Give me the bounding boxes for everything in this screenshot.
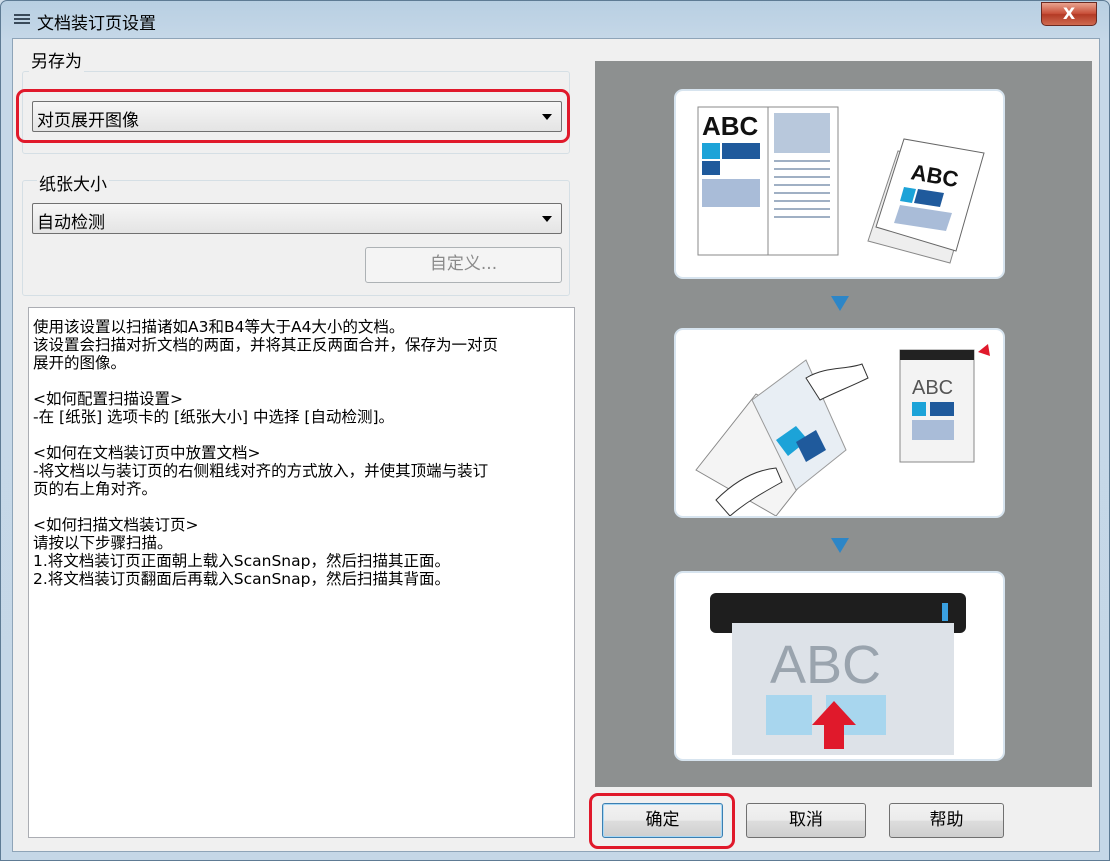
abc-text: ABC [770,635,881,695]
window-title: 文档装订页设置 [37,14,156,34]
description-line: -在 [纸张] 选项卡的 [纸张大小] 中选择 [自动检测]。 [33,408,395,426]
save-as-label: 另存为 [29,47,84,72]
custom-size-button[interactable]: 自定义... [365,247,562,283]
description-line: 展开的图像。 [33,354,127,372]
paper-size-dropdown[interactable]: 自动检测 [32,203,562,234]
folded-document-illustration: ABC ABC [697,106,985,264]
scanner-illustration: ABC [710,593,966,755]
abc-text: ABC [702,111,759,141]
save-as-highlight [16,89,570,143]
step-arrow-icon [831,296,849,311]
dropdown-arrow-icon [542,216,552,222]
description-line [33,372,570,390]
close-button[interactable]: X [1041,2,1097,26]
folded-document-card: ABC ABC [674,89,1005,279]
description-line: -将文档以与装订页的右侧粗线对齐的方式放入，并使其顶端与装订 [33,462,489,480]
description-line: 1.将文档装订页正面朝上载入ScanSnap，然后扫描其正面。 [33,552,450,570]
description-line: <如何配置扫描设置> [33,390,183,408]
description-textbox[interactable]: 使用该设置以扫描诸如A3和B4等大于A4大小的文档。 该设置会扫描对折文档的两面… [28,307,575,838]
description-line [33,498,570,516]
illustration-panel: ABC ABC ABC ABC [595,61,1092,787]
description-line: 使用该设置以扫描诸如A3和B4等大于A4大小的文档。 [33,318,405,336]
description-line: <如何在文档装订页中放置文档> [33,444,261,462]
description-line: 该设置会扫描对折文档的两面，并将其正反两面合并，保存为一对页 [33,336,499,354]
title-bar[interactable]: 文档装订页设置 X [1,1,1109,37]
description-line: 页的右上角对齐。 [33,480,158,498]
description-line: 请按以下步骤扫描。 [33,534,173,552]
scan-document-card: ABC [674,571,1005,761]
cancel-button[interactable]: 取消 [746,803,866,838]
insert-document-illustration: ABC [695,344,990,517]
description-line: <如何扫描文档装订页> [33,516,199,534]
paper-size-selected-value: 自动检测 [37,213,105,233]
paper-size-label: 纸张大小 [37,170,109,195]
abc-text: ABC [912,377,953,399]
help-button[interactable]: 帮助 [889,803,1004,838]
app-menu-icon[interactable] [14,14,30,27]
insert-document-card: ABC [674,328,1005,518]
ok-button-highlight [589,793,735,849]
description-line: 2.将文档装订页翻面后再载入ScanSnap，然后扫描其背面。 [33,570,450,588]
step-arrow-icon [831,538,849,553]
dialog-window: 文档装订页设置 X 另存为 对页展开图像 纸张大小 自动检测 自定义... 使用… [0,0,1110,861]
description-line [33,426,570,444]
dialog-client-area: 另存为 对页展开图像 纸张大小 自动检测 自定义... 使用该设置以扫描诸如A3… [12,38,1100,852]
